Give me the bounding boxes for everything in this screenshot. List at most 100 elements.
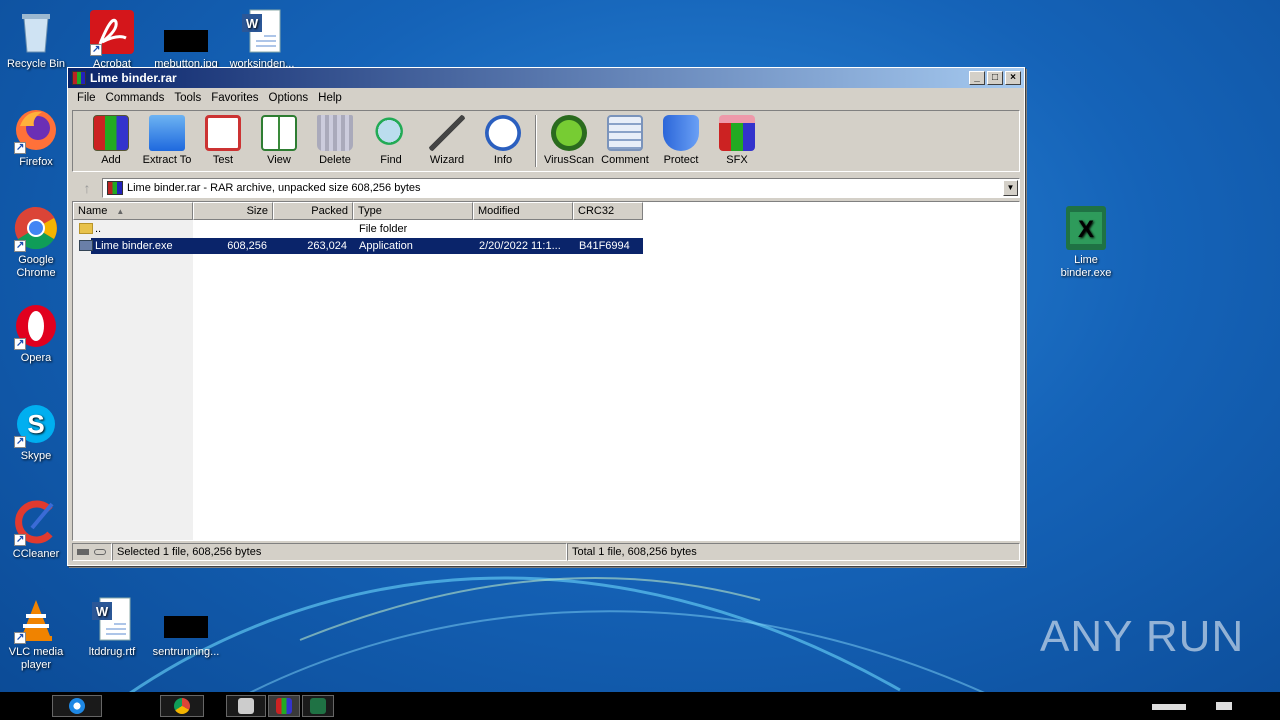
cell-name: Lime binder.exe <box>95 240 173 252</box>
menu-help[interactable]: Help <box>313 92 347 104</box>
cell-type: Application <box>359 240 413 252</box>
column-label: Size <box>246 205 268 217</box>
status-icons <box>72 543 112 561</box>
desktop-icon-mebutton[interactable]: mebutton.jpg <box>150 8 222 71</box>
cell-modified: 2/20/2022 11:1... <box>479 240 561 252</box>
menu-commands[interactable]: Commands <box>101 92 170 104</box>
column-header-modified[interactable]: Modified <box>473 202 573 220</box>
desktop-icon-vlc[interactable]: VLC media player <box>0 596 72 672</box>
taskbar-ie[interactable] <box>52 695 102 717</box>
folder-icon <box>79 223 93 234</box>
cell-size: 608,256 <box>227 240 267 252</box>
ie-icon <box>69 698 85 714</box>
taskbar-winrar[interactable] <box>268 695 300 717</box>
window-titlebar[interactable]: Lime binder.rar _ □ × <box>68 68 1024 88</box>
desktop-icon-lime-binder[interactable]: X Lime binder.exe <box>1050 204 1122 280</box>
skype-icon: S <box>12 400 60 448</box>
desktop-icon-label: Opera <box>20 352 52 364</box>
sfx-box-icon <box>719 115 755 151</box>
info-icon <box>485 115 521 151</box>
toolbar-extract-button[interactable]: Extract To <box>139 115 195 166</box>
table-row[interactable]: .. File folder <box>73 221 643 237</box>
chevron-down-icon[interactable]: ▼ <box>1003 180 1018 196</box>
menu-file[interactable]: File <box>72 92 101 104</box>
desktop-icon-recycle-bin[interactable]: Recycle Bin <box>0 8 72 71</box>
menu-tools[interactable]: Tools <box>169 92 206 104</box>
desktop-icon-label: Recycle Bin <box>6 58 66 70</box>
desktop-icon-opera[interactable]: Opera <box>0 302 72 365</box>
toolbar-label: Info <box>493 154 513 166</box>
taskbar-app[interactable] <box>226 695 266 717</box>
toolbar-label: Test <box>212 154 234 166</box>
column-header-packed[interactable]: Packed <box>273 202 353 220</box>
toolbar-find-button[interactable]: Find <box>363 115 419 166</box>
toolbar-delete-button[interactable]: Delete <box>307 115 363 166</box>
up-folder-button[interactable]: ↑ <box>72 180 102 196</box>
toolbar-label: Extract To <box>142 154 192 166</box>
app-icon <box>238 698 254 714</box>
address-field[interactable]: Lime binder.rar - RAR archive, unpacked … <box>102 178 1020 198</box>
taskbar-chrome[interactable] <box>160 695 204 717</box>
address-text: Lime binder.rar - RAR archive, unpacked … <box>127 182 421 194</box>
excel-icon <box>310 698 326 714</box>
toolbar-sfx-button[interactable]: SFX <box>709 115 765 166</box>
desktop-icon-label: Lime binder.exe <box>1060 254 1112 279</box>
toolbar-comment-button[interactable]: Comment <box>597 115 653 166</box>
toolbar-label: Wizard <box>429 154 465 166</box>
toolbar-label: Protect <box>663 154 699 166</box>
word-doc-icon: W <box>88 596 136 644</box>
file-list[interactable]: Name ▲ Size Packed Type Modified CRC32 .… <box>72 201 1020 541</box>
toolbar-virusscan-button[interactable]: VirusScan <box>541 115 597 166</box>
winrar-window[interactable]: Lime binder.rar _ □ × File Commands Tool… <box>67 67 1025 566</box>
recycle-bin-icon <box>12 8 60 56</box>
desktop-icon-ccleaner[interactable]: CCleaner <box>0 498 72 561</box>
toolbar-info-button[interactable]: Info <box>475 115 531 166</box>
toolbar-view-button[interactable]: View <box>251 115 307 166</box>
desktop-icon-acrobat[interactable]: Acrobat <box>76 8 148 71</box>
toolbar-add-button[interactable]: Add <box>83 115 139 166</box>
menu-options[interactable]: Options <box>264 92 314 104</box>
opera-icon <box>12 302 60 350</box>
firefox-icon <box>12 106 60 154</box>
toolbar: Add Extract To Test View Delete Find Wiz… <box>72 110 1020 172</box>
clock <box>1216 702 1232 710</box>
winrar-icon <box>276 698 292 714</box>
column-header-crc32[interactable]: CRC32 <box>573 202 643 220</box>
toolbar-protect-button[interactable]: Protect <box>653 115 709 166</box>
cell-packed: 263,024 <box>307 240 347 252</box>
desktop-icon-skype[interactable]: S Skype <box>0 400 72 463</box>
taskbar-excel[interactable] <box>302 695 334 717</box>
toolbar-label: SFX <box>726 154 748 166</box>
chrome-icon <box>174 698 190 714</box>
desktop-icon-firefox[interactable]: Firefox <box>0 106 72 169</box>
acrobat-icon <box>88 8 136 56</box>
toolbar-label: Comment <box>601 154 649 166</box>
excel-icon: X <box>1062 204 1110 252</box>
toolbar-wizard-button[interactable]: Wizard <box>419 115 475 166</box>
bug-icon <box>551 115 587 151</box>
menu-favorites[interactable]: Favorites <box>206 92 263 104</box>
desktop-icon-label: Firefox <box>19 156 53 168</box>
desktop-icon-label: sentrunning... <box>152 646 220 658</box>
name-column-background <box>73 220 193 540</box>
column-header-type[interactable]: Type <box>353 202 473 220</box>
anyrun-watermark: ANY RUN <box>1040 612 1245 661</box>
table-row-selected[interactable]: Lime binder.exe 608,256 263,024 Applicat… <box>73 238 643 254</box>
desktop-icon-chrome[interactable]: Google Chrome <box>0 204 72 280</box>
toolbar-label: VirusScan <box>544 154 594 166</box>
minimize-button[interactable]: _ <box>969 71 985 85</box>
add-archive-icon <box>93 115 129 151</box>
close-button[interactable]: × <box>1005 71 1021 85</box>
toolbar-label: Add <box>101 154 121 166</box>
maximize-button[interactable]: □ <box>987 71 1003 85</box>
desktop-icon-sentrunning[interactable]: sentrunning... <box>150 596 222 659</box>
vlc-icon <box>12 596 60 644</box>
column-header-name[interactable]: Name ▲ <box>73 202 193 220</box>
trash-icon <box>317 115 353 151</box>
desktop-icon-worksinden[interactable]: W worksinden... <box>226 8 298 71</box>
desktop-icon-ltddrug[interactable]: W ltddrug.rtf <box>76 596 148 659</box>
column-label: Name <box>78 205 108 217</box>
column-header-size[interactable]: Size <box>193 202 273 220</box>
toolbar-test-button[interactable]: Test <box>195 115 251 166</box>
toolbar-label: View <box>267 154 291 166</box>
